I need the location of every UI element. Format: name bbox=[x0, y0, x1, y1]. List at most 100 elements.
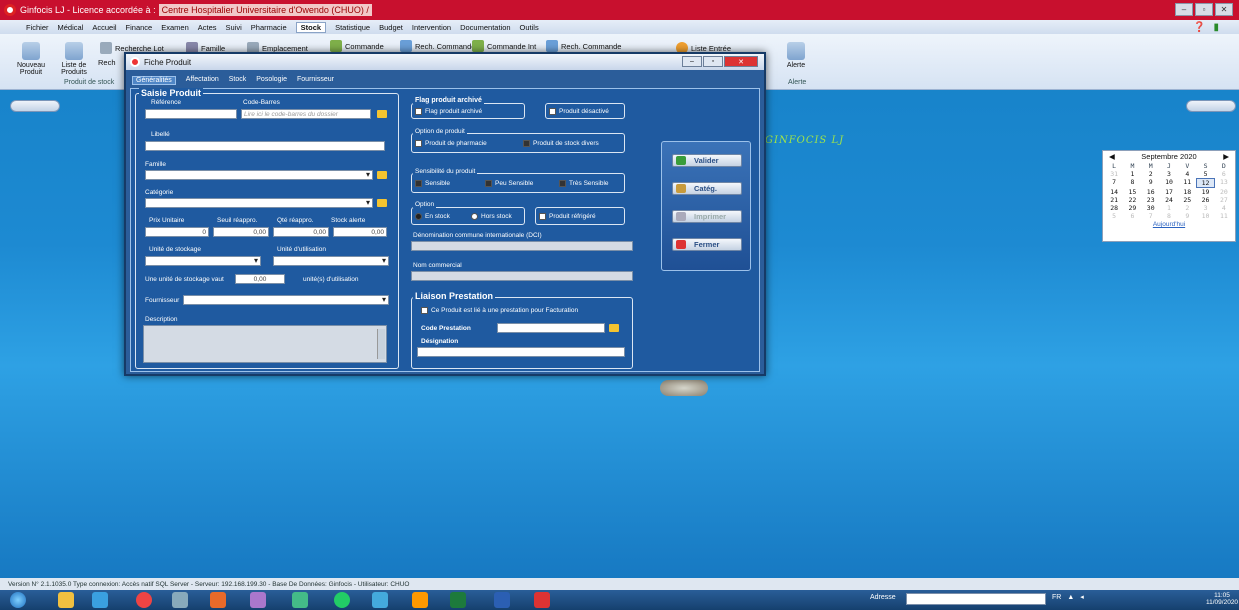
lang-indicator[interactable]: FR bbox=[1052, 594, 1061, 601]
tab-3[interactable]: Posologie bbox=[256, 76, 287, 85]
menu-item-4[interactable]: Examen bbox=[161, 23, 189, 32]
famille-select[interactable] bbox=[145, 170, 373, 180]
liaison-checkbox[interactable]: Ce Produit est lié à une prestation pour… bbox=[421, 307, 578, 314]
menu-item-12[interactable]: Documentation bbox=[460, 23, 510, 32]
divers-checkbox[interactable]: Produit de stock divers bbox=[523, 140, 599, 147]
calendar-day[interactable]: 21 bbox=[1105, 196, 1123, 204]
menu-item-9[interactable]: Statistique bbox=[335, 23, 370, 32]
today-link[interactable]: Aujourd'hui bbox=[1103, 221, 1235, 228]
menu-item-0[interactable]: Fichier bbox=[26, 23, 49, 32]
code-barres-input[interactable]: Lire ici le code-barres du dossier bbox=[241, 109, 371, 119]
calendar-day[interactable]: 5 bbox=[1105, 212, 1123, 220]
menu-item-13[interactable]: Outils bbox=[520, 23, 539, 32]
prestation-folder-icon[interactable] bbox=[609, 324, 619, 332]
calendar-day[interactable]: 5 bbox=[1196, 170, 1214, 178]
valider-button[interactable]: Valider bbox=[672, 154, 742, 167]
tab-4[interactable]: Fournisseur bbox=[297, 76, 334, 85]
calendar-day[interactable]: 17 bbox=[1160, 188, 1178, 196]
excel-icon[interactable] bbox=[450, 592, 466, 608]
en-stock-radio[interactable]: En stock bbox=[415, 213, 450, 220]
calendar-day[interactable]: 11 bbox=[1178, 178, 1196, 188]
categorie-select[interactable] bbox=[145, 198, 373, 208]
tres-sensible-checkbox[interactable]: Très Sensible bbox=[559, 180, 609, 187]
folder-icon[interactable] bbox=[377, 110, 387, 118]
desactive-checkbox[interactable]: Produit désactivé bbox=[549, 108, 609, 115]
left-nav-pill[interactable] bbox=[10, 100, 60, 112]
tab-1[interactable]: Affectation bbox=[186, 76, 219, 85]
fermer-button[interactable]: Fermer bbox=[672, 238, 742, 251]
menu-item-7[interactable]: Pharmacie bbox=[251, 23, 287, 32]
imprimer-button[interactable]: Imprimer bbox=[672, 210, 742, 223]
adresse-input[interactable] bbox=[906, 593, 1046, 605]
flag-archive-checkbox[interactable]: Flag produit archivé bbox=[415, 108, 482, 115]
nom-commercial-input[interactable] bbox=[411, 271, 633, 281]
categ-button[interactable]: Catég. bbox=[672, 182, 742, 195]
description-scrollbar[interactable] bbox=[377, 329, 385, 359]
chrome-icon[interactable] bbox=[136, 592, 152, 608]
qte-input[interactable]: 0,00 bbox=[273, 227, 329, 237]
calendar-day[interactable]: 24 bbox=[1160, 196, 1178, 204]
ie-icon[interactable] bbox=[92, 592, 108, 608]
calendar-day[interactable]: 14 bbox=[1105, 188, 1123, 196]
calendar-day[interactable]: 10 bbox=[1196, 212, 1214, 220]
minimize-icon[interactable]: – bbox=[1175, 3, 1193, 16]
restore-icon[interactable]: ▫ bbox=[1195, 3, 1213, 16]
designation-input[interactable] bbox=[417, 347, 625, 357]
word-icon[interactable] bbox=[494, 592, 510, 608]
pharmacie-checkbox[interactable]: Produit de pharmacie bbox=[415, 140, 487, 147]
famille-folder-icon[interactable] bbox=[377, 171, 387, 179]
menu-item-8[interactable]: Stock bbox=[295, 21, 327, 33]
prev-month-icon[interactable]: ◀ bbox=[1109, 152, 1115, 161]
categorie-folder-icon[interactable] bbox=[377, 199, 387, 207]
app-icon-9[interactable] bbox=[372, 592, 388, 608]
rech-commande-button[interactable]: Rech. Commande bbox=[400, 40, 475, 52]
menu-item-5[interactable]: Actes bbox=[198, 23, 217, 32]
menu-item-2[interactable]: Accueil bbox=[92, 23, 116, 32]
volume-icon[interactable]: ◂ bbox=[1080, 593, 1084, 601]
unite-stockage-select[interactable] bbox=[145, 256, 261, 266]
calendar-day[interactable]: 15 bbox=[1123, 188, 1141, 196]
dialog-maximize-icon[interactable]: ▫ bbox=[703, 56, 723, 67]
prix-unitaire-input[interactable]: 0 bbox=[145, 227, 209, 237]
calendar-day[interactable]: 7 bbox=[1105, 178, 1123, 188]
calendar-day[interactable]: 20 bbox=[1215, 188, 1233, 196]
ginfocis-icon[interactable] bbox=[534, 592, 550, 608]
calendar-day[interactable]: 23 bbox=[1142, 196, 1160, 204]
fournisseur-select[interactable] bbox=[183, 295, 389, 305]
dci-input[interactable] bbox=[411, 241, 633, 251]
tab-2[interactable]: Stock bbox=[229, 76, 247, 85]
calendar-day[interactable]: 9 bbox=[1178, 212, 1196, 220]
calendar-day[interactable]: 13 bbox=[1215, 178, 1233, 188]
calendar-day[interactable]: 30 bbox=[1142, 204, 1160, 212]
commande-int-button[interactable]: Commande Int bbox=[472, 40, 536, 52]
start-icon[interactable] bbox=[10, 592, 26, 608]
unite-utilisation-select[interactable] bbox=[273, 256, 389, 266]
libelle-input[interactable] bbox=[145, 141, 385, 151]
calendar-day[interactable]: 2 bbox=[1178, 204, 1196, 212]
calendar-day[interactable]: 2 bbox=[1142, 170, 1160, 178]
calendar-day[interactable]: 1 bbox=[1160, 204, 1178, 212]
app-icon-7[interactable] bbox=[292, 592, 308, 608]
calendar-day[interactable]: 11 bbox=[1215, 212, 1233, 220]
calendar-day[interactable]: 4 bbox=[1215, 204, 1233, 212]
menu-item-3[interactable]: Finance bbox=[126, 23, 153, 32]
peu-sensible-checkbox[interactable]: Peu Sensible bbox=[485, 180, 533, 187]
tab-0[interactable]: Généralités bbox=[132, 76, 176, 85]
help-icon[interactable]: ❓ bbox=[1193, 22, 1205, 33]
menu-item-10[interactable]: Budget bbox=[379, 23, 403, 32]
calendar-day[interactable]: 9 bbox=[1142, 178, 1160, 188]
description-textarea[interactable] bbox=[143, 325, 387, 363]
calendar-day[interactable]: 6 bbox=[1123, 212, 1141, 220]
app-icon-6[interactable] bbox=[250, 592, 266, 608]
calendar-day[interactable]: 18 bbox=[1178, 188, 1196, 196]
dialog-close-icon[interactable]: ✕ bbox=[724, 56, 758, 67]
calendar-day[interactable]: 31 bbox=[1105, 170, 1123, 178]
calendar-day[interactable]: 19 bbox=[1196, 188, 1214, 196]
dialog-minimize-icon[interactable]: – bbox=[682, 56, 702, 67]
stock-alerte-input[interactable]: 0,00 bbox=[333, 227, 387, 237]
seuil-input[interactable]: 0,00 bbox=[213, 227, 269, 237]
whatsapp-icon[interactable] bbox=[334, 592, 350, 608]
close-icon[interactable]: ✕ bbox=[1215, 3, 1233, 16]
exit-icon[interactable]: ▮ bbox=[1213, 22, 1219, 33]
right-nav-pill[interactable] bbox=[1186, 100, 1236, 112]
